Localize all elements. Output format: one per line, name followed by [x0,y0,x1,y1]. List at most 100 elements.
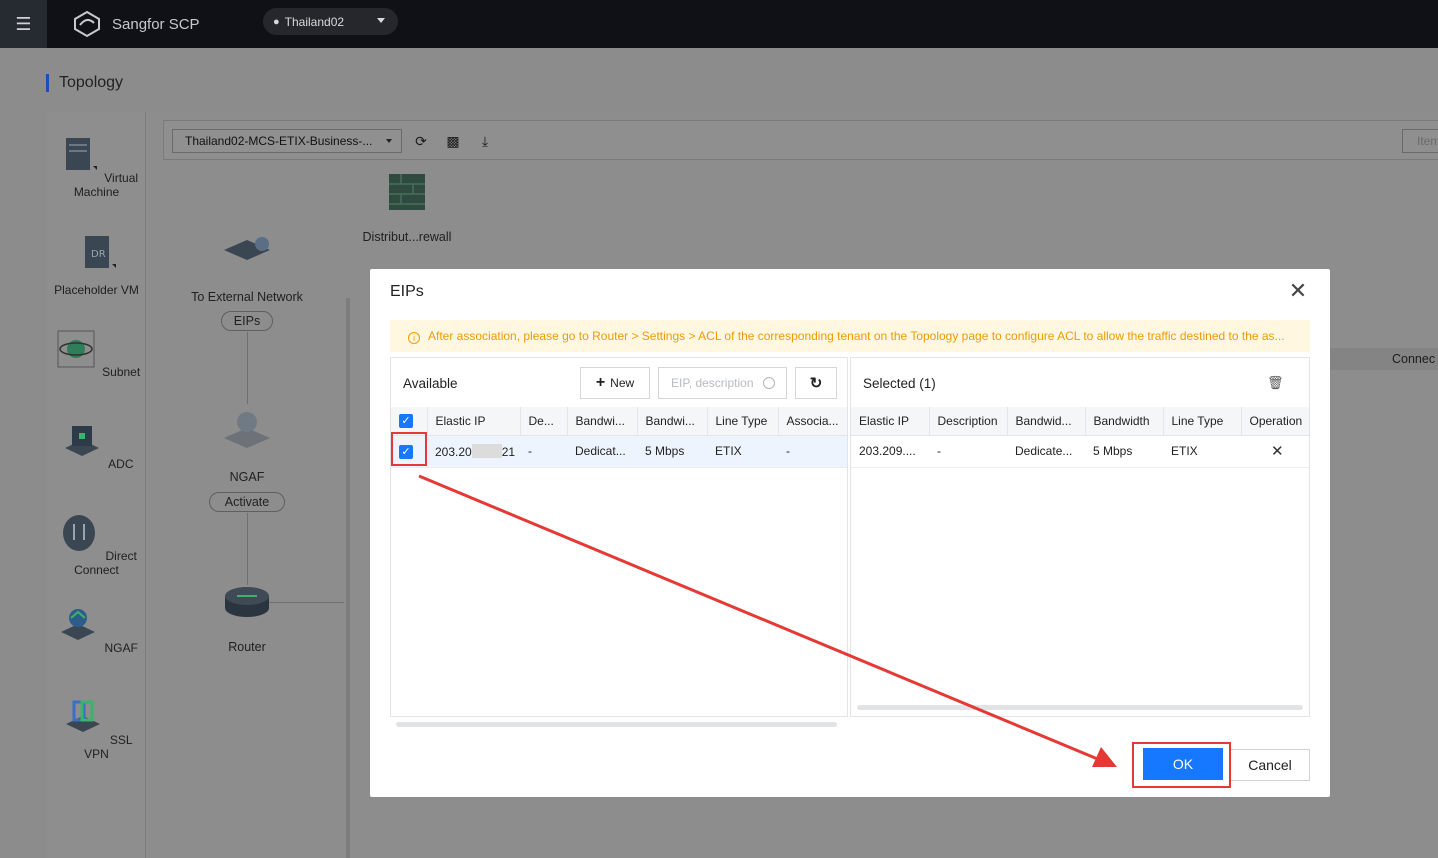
selected-panel: Selected (1) 🗑 Elastic IP Description Ba… [850,357,1310,717]
col-elastic-ip[interactable]: Elastic IP [851,407,930,436]
firewall-icon[interactable] [387,172,427,212]
remove-row-button[interactable]: ✕ [1241,435,1309,468]
col-bandwidth-type[interactable]: Bandwi... [567,407,638,436]
col-associated[interactable]: Associa... [778,407,847,436]
col-bandwidth[interactable]: Bandwidth [1085,407,1164,436]
palette-item-direct-connect[interactable]: Direct Connect [47,510,146,577]
palette-item-virtual-machine[interactable]: Virtual Machine [47,132,146,199]
close-icon[interactable]: ✕ [1288,280,1308,302]
trash-icon[interactable]: 🗑 [1267,375,1284,391]
check-icon: ✓ [399,414,413,429]
ngaf-node-label: NGAF [229,470,265,484]
component-palette: Virtual Machine DR Placeholder VM Subnet… [47,112,146,858]
selected-title: Selected (1) [863,376,936,391]
cancel-button[interactable]: Cancel [1230,749,1310,781]
connector-line [269,602,344,603]
col-description[interactable]: De... [520,407,568,436]
cell-bandwidth-type: Dedicate... [1007,435,1085,468]
brand-name: Sangfor SCP [112,15,200,33]
adc-icon [65,426,100,456]
col-elastic-ip[interactable]: Elastic IP [427,407,521,436]
page-title: Topology [46,74,123,92]
dr-server-icon: DR [84,236,116,268]
table-row[interactable]: ✓ 203.20 21 - Dedicat... 5 Mbps ETIX - [391,435,847,468]
info-icon: i [408,332,420,344]
palette-item-ngaf[interactable]: NGAF [47,602,146,655]
cell-line-type: ETIX [707,435,778,468]
annotation-highlight-ok [1132,742,1231,788]
cell-bandwidth: 5 Mbps [637,435,707,468]
available-header: Available + New EIP, description ↻ [391,358,847,407]
horizontal-scrollbar[interactable] [396,722,837,727]
server-icon [65,138,97,170]
connector-line [247,513,248,585]
fullscreen-icon[interactable]: ▩ [445,133,461,149]
cell-associated: - [778,435,847,468]
refresh-icon[interactable]: ⟳ [413,133,429,149]
table-row: 203.209.... - Dedicate... 5 Mbps ETIX ✕ [851,435,1309,468]
project-select[interactable]: Thailand02-MCS-ETIX-Business-... [172,129,402,153]
ngaf-icon [61,609,96,640]
cell-description: - [929,435,1007,468]
hamburger-menu-icon[interactable]: ☰ [0,0,47,48]
direct-connect-icon [63,515,96,551]
sangfor-logo-icon [74,10,100,38]
activate-pill[interactable]: Activate [209,492,285,512]
available-panel: Available + New EIP, description ↻ ✓ Ela… [390,357,848,717]
palette-item-ssl-vpn[interactable]: SSL VPN [47,694,146,761]
search-icon[interactable] [763,377,775,389]
selected-table: Elastic IP Description Bandwid... Bandwi… [851,407,1309,468]
cell-bandwidth: 5 Mbps [1085,435,1163,468]
selected-header: Selected (1) 🗑 [851,358,1309,407]
external-network-icon[interactable] [222,230,272,266]
palette-item-adc[interactable]: ADC [47,418,146,471]
router-icon[interactable] [223,584,271,620]
items-filter[interactable]: Item [1402,129,1438,153]
ssl-vpn-icon [66,700,101,732]
notice-text: After association, please go to Router >… [428,329,1285,343]
cell-bandwidth-type: Dedicat... [567,435,637,468]
col-description[interactable]: Description [929,407,1008,436]
select-all-checkbox[interactable]: ✓ [391,407,428,436]
caret-down-icon [377,18,385,23]
close-icon: ✕ [1271,443,1284,460]
connector-line [247,332,248,404]
col-operation: Operation [1241,407,1309,436]
notice-banner: i After association, please go to Router … [390,320,1310,352]
cell-elastic-ip: 203.209.... [851,435,929,468]
palette-item-subnet[interactable]: Subnet [47,326,146,379]
refresh-icon: ↻ [809,375,823,392]
plus-icon: + [595,374,606,391]
col-bandwidth[interactable]: Bandwi... [637,407,708,436]
router-label: Router [228,640,266,654]
palette-item-placeholder-vm[interactable]: DR Placeholder VM [47,230,146,297]
col-line-type[interactable]: Line Type [1163,407,1242,436]
available-title: Available [403,376,458,391]
eips-pill[interactable]: EIPs [221,311,273,331]
cell-elastic-ip: 203.20 21 [427,435,520,468]
dialog-title: EIPs [390,283,424,300]
region-name: Thailand02 [284,14,345,29]
region-selector[interactable]: ● Thailand02 [263,8,398,35]
cell-description: - [520,435,567,468]
download-icon[interactable]: ⤓ [477,133,493,149]
location-pin-icon: ● [273,15,280,28]
external-network-label: To External Network [191,290,303,304]
canvas-divider [346,298,350,858]
col-line-type[interactable]: Line Type [707,407,779,436]
cell-line-type: ETIX [1163,435,1241,468]
redacted-block [471,443,502,458]
firewall-label: Distribut...rewall [362,230,452,244]
col-bandwidth-type[interactable]: Bandwid... [1007,407,1086,436]
top-bar: ☰ Sangfor SCP ● Thailand02 [0,0,1438,48]
annotation-highlight-checkbox [391,432,427,466]
caret-down-icon [386,139,392,143]
subnet-icon [57,330,95,368]
refresh-button[interactable]: ↻ [795,367,837,399]
eips-dialog: EIPs ✕ i After association, please go to … [370,269,1330,797]
horizontal-scrollbar[interactable] [857,705,1303,710]
new-eip-button[interactable]: + New [580,367,650,399]
svg-text:DR: DR [91,249,106,260]
ngaf-node-icon[interactable] [220,404,274,454]
brand[interactable]: Sangfor SCP [72,10,200,38]
